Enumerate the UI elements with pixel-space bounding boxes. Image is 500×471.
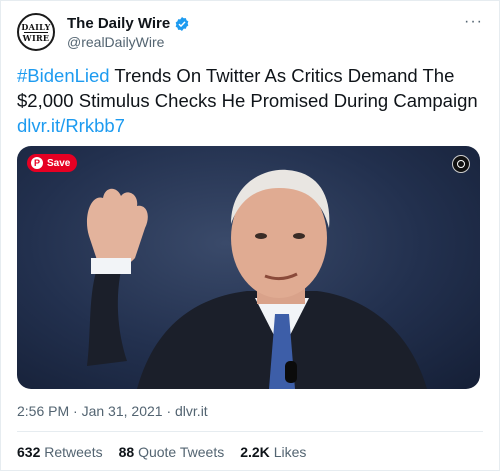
quote-tweets-stat[interactable]: 88 Quote Tweets xyxy=(119,444,225,460)
tweet-header: DAILY WIRE The Daily Wire @realDailyWire… xyxy=(17,11,483,51)
lens-icon[interactable] xyxy=(452,155,470,173)
avatar-text-top: DAILY xyxy=(21,21,51,32)
likes-stat[interactable]: 2.2K Likes xyxy=(240,444,306,460)
hashtag-link[interactable]: #BidenLied xyxy=(17,65,110,86)
author-info: The Daily Wire @realDailyWire xyxy=(67,15,190,50)
pinterest-icon: P xyxy=(31,157,43,169)
verified-icon xyxy=(175,16,189,31)
meta-separator-2: · xyxy=(162,403,176,419)
display-name[interactable]: The Daily Wire xyxy=(67,15,170,32)
quotes-count: 88 xyxy=(118,444,135,460)
likes-count: 2.2K xyxy=(240,444,270,460)
pinterest-save-button[interactable]: P Save xyxy=(27,154,78,172)
quotes-label: Quote Tweets xyxy=(138,444,225,460)
tweet-link[interactable]: dlvr.it/Rrkbb7 xyxy=(17,115,125,136)
avatar[interactable]: DAILY WIRE xyxy=(17,13,55,51)
tweet-date[interactable]: Jan 31, 2021 xyxy=(82,403,163,419)
tweet-source[interactable]: dlvr.it xyxy=(175,403,208,419)
more-options-icon[interactable]: ··· xyxy=(464,13,483,31)
tweet-time[interactable]: 2:56 PM xyxy=(17,403,69,419)
divider xyxy=(17,431,483,432)
meta-separator: · xyxy=(69,403,82,419)
tweet-meta: 2:56 PM · Jan 31, 2021 · dlvr.it xyxy=(17,403,208,419)
retweets-stat[interactable]: 632 Retweets xyxy=(17,444,103,460)
tweet-media-image[interactable]: P Save xyxy=(17,146,480,389)
tweet-stats: 632 Retweets 88 Quote Tweets 2.2K Likes xyxy=(17,444,306,460)
avatar-text-bottom: WIRE xyxy=(22,32,50,43)
retweets-count: 632 xyxy=(17,444,41,460)
user-handle[interactable]: @realDailyWire xyxy=(67,34,190,50)
save-label: Save xyxy=(47,157,71,169)
retweets-label: Retweets xyxy=(44,444,103,460)
tweet-card: DAILY WIRE The Daily Wire @realDailyWire… xyxy=(0,0,500,471)
tweet-text: #BidenLied Trends On Twitter As Critics … xyxy=(17,63,485,138)
photo-illustration xyxy=(86,169,427,389)
likes-label: Likes xyxy=(273,444,307,460)
